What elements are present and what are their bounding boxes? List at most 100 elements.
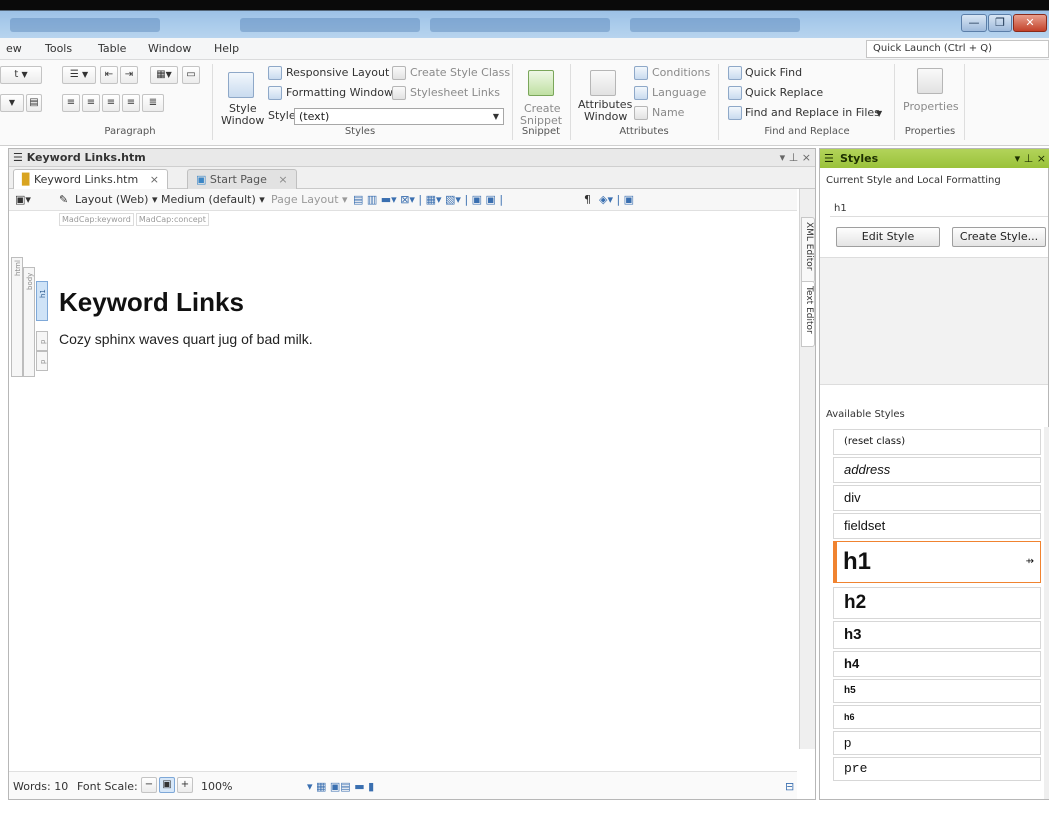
quick-launch-input[interactable]: Quick Launch (Ctrl + Q) xyxy=(866,40,1049,58)
view-mode-icons[interactable]: ▾ ▦ ▣▤ ▬ ▮ xyxy=(307,780,374,793)
align-right-icon[interactable]: ≡ xyxy=(102,94,120,112)
attributes-window-label-2[interactable]: Window xyxy=(584,110,627,123)
responsive-layout-icon[interactable] xyxy=(268,66,282,80)
style-item-p[interactable]: p xyxy=(833,731,1041,755)
style-item-h4[interactable]: h4 xyxy=(833,651,1041,677)
editor-body[interactable]: Keyword Links Cozy sphinx waves quart ju… xyxy=(59,257,789,777)
indent-icon[interactable]: ⇥ xyxy=(120,66,138,84)
clear-format-icon[interactable]: ≣ xyxy=(142,94,164,112)
medium-dropdown[interactable]: Medium (default) ▾ xyxy=(161,193,265,206)
responsive-layout-button[interactable]: Responsive Layout xyxy=(286,66,389,79)
style-item-address[interactable]: address xyxy=(833,457,1041,483)
minimize-button[interactable]: — xyxy=(961,14,987,32)
name-icon[interactable] xyxy=(634,106,648,120)
styles-list-scrollbar[interactable] xyxy=(1044,427,1049,799)
language-icon[interactable] xyxy=(634,86,648,100)
taskbar-item xyxy=(630,18,800,32)
menu-tools[interactable]: Tools xyxy=(45,42,72,55)
available-styles-label: Available Styles xyxy=(826,409,905,420)
body-structure-bar[interactable]: body xyxy=(23,267,35,377)
tab-start-page[interactable]: ▣ Start Page × xyxy=(187,169,297,189)
layout-dropdown[interactable]: Layout (Web) ▾ xyxy=(75,193,158,206)
menu-table[interactable]: Table xyxy=(98,42,126,55)
style-window-label-2[interactable]: Window xyxy=(221,114,264,127)
p-structure-bar[interactable]: p xyxy=(36,331,48,351)
page-layout-dropdown[interactable]: Page Layout ▾ xyxy=(271,193,348,206)
close-icon[interactable]: × xyxy=(278,173,287,186)
insert-icons[interactable]: ▤ ▥ ▬▾ ⊠▾ | ▦▾ ▧▾ | ▣ ▣ | xyxy=(353,193,503,206)
align-center-icon[interactable]: ≡ xyxy=(82,94,100,112)
pilcrow-icon[interactable]: ¶ xyxy=(584,193,591,206)
preview-icon[interactable]: ▣▾ xyxy=(15,193,31,206)
pane-controls-icon[interactable]: ▾ ⊥ × xyxy=(780,151,811,164)
find-group-label: Find and Replace xyxy=(764,126,850,137)
close-icon[interactable]: × xyxy=(150,173,159,186)
style-item-fieldset[interactable]: fieldset xyxy=(833,513,1041,539)
style-item-h6[interactable]: h6 xyxy=(833,705,1041,729)
create-style-button[interactable]: Create Style... xyxy=(952,227,1046,247)
create-snippet-icon[interactable] xyxy=(528,70,554,96)
pin-icon[interactable]: ⇸ xyxy=(1026,542,1034,582)
style-item-reset-class[interactable]: (reset class) xyxy=(833,429,1041,455)
quick-find-button[interactable]: Quick Find xyxy=(745,66,802,79)
document-paragraph[interactable]: Cozy sphinx waves quart jug of bad milk. xyxy=(59,331,313,347)
name-button[interactable]: Name xyxy=(652,106,684,119)
font-scale-reset-button[interactable]: ▣ xyxy=(159,777,175,793)
show-tags-icon[interactable]: ◈▾ | ▣ xyxy=(599,193,634,206)
style-item-h2[interactable]: h2 xyxy=(833,587,1041,619)
formatting-window-button[interactable]: Formatting Window xyxy=(286,86,393,99)
font-select[interactable]: t ▼ xyxy=(0,66,42,84)
border-icon[interactable]: ▭ xyxy=(182,66,200,84)
split-view-icon[interactable]: ⊟ xyxy=(785,780,794,793)
format-icon[interactable]: ▤ xyxy=(26,94,42,112)
start-page-icon: ▣ xyxy=(196,173,207,186)
style-item-h1[interactable]: h1 ⇸ xyxy=(833,541,1041,583)
document-heading[interactable]: Keyword Links xyxy=(59,287,244,318)
align-left-icon[interactable]: ≡ xyxy=(62,94,80,112)
quick-replace-button[interactable]: Quick Replace xyxy=(745,86,823,99)
menu-help[interactable]: Help xyxy=(214,42,239,55)
style-item-h5[interactable]: h5 xyxy=(833,679,1041,703)
create-style-class-button[interactable]: Create Style Class xyxy=(410,66,510,79)
chevron-down-icon[interactable]: ▼ xyxy=(876,109,882,118)
available-styles-list: (reset class) address div fieldset h1 ⇸ h… xyxy=(833,427,1043,799)
pane-controls-icon[interactable]: ▾ ⊥ × xyxy=(1015,152,1046,165)
properties-icon[interactable] xyxy=(917,68,943,94)
justify-icon[interactable]: ≡ xyxy=(122,94,140,112)
stylesheet-links-button[interactable]: Stylesheet Links xyxy=(410,86,500,99)
language-button[interactable]: Language xyxy=(652,86,706,99)
edit-style-button[interactable]: Edit Style xyxy=(836,227,940,247)
conditions-icon[interactable] xyxy=(634,66,648,80)
properties-button[interactable]: Properties xyxy=(903,100,959,113)
close-button[interactable]: ✕ xyxy=(1013,14,1047,32)
outdent-icon[interactable]: ⇤ xyxy=(100,66,118,84)
madcap-concept-chip[interactable]: MadCap:concept xyxy=(135,213,209,226)
menu-window[interactable]: Window xyxy=(148,42,191,55)
find-replace-files-icon[interactable] xyxy=(728,106,742,120)
html-structure-bar[interactable]: html xyxy=(11,257,23,377)
menu-view[interactable]: ew xyxy=(6,42,22,55)
style-item-div[interactable]: div xyxy=(833,485,1041,511)
p-structure-bar-2[interactable]: p xyxy=(36,351,48,371)
style-item-pre[interactable]: pre xyxy=(833,757,1041,781)
attributes-window-icon[interactable] xyxy=(590,70,616,96)
quick-find-icon[interactable] xyxy=(728,66,742,80)
restore-button[interactable]: ❐ xyxy=(988,14,1012,32)
tab-keyword-links[interactable]: ▉ Keyword Links.htm × xyxy=(13,169,168,189)
madcap-keyword-chip[interactable]: MadCap:keyword xyxy=(59,213,134,226)
style-select[interactable]: (text) ▼ xyxy=(294,108,504,125)
tab-text-editor[interactable]: Text Editor xyxy=(801,281,815,347)
h1-structure-bar[interactable]: h1 xyxy=(36,281,48,321)
bullet-list-icon[interactable]: ☰ ▼ xyxy=(62,66,96,84)
find-replace-files-button[interactable]: Find and Replace in Files xyxy=(745,106,880,119)
font-scale-decrease-button[interactable]: − xyxy=(141,777,157,793)
list-style-icon[interactable]: ▦▼ xyxy=(150,66,178,84)
formatting-window-icon[interactable] xyxy=(268,86,282,100)
style-item-h3[interactable]: h3 xyxy=(833,621,1041,649)
size-select[interactable]: ▼ xyxy=(0,94,24,112)
style-window-icon[interactable] xyxy=(228,72,254,98)
conditions-button[interactable]: Conditions xyxy=(652,66,710,79)
font-scale-increase-button[interactable]: + xyxy=(177,777,193,793)
quick-replace-icon[interactable] xyxy=(728,86,742,100)
tab-xml-editor[interactable]: XML Editor xyxy=(801,217,815,283)
